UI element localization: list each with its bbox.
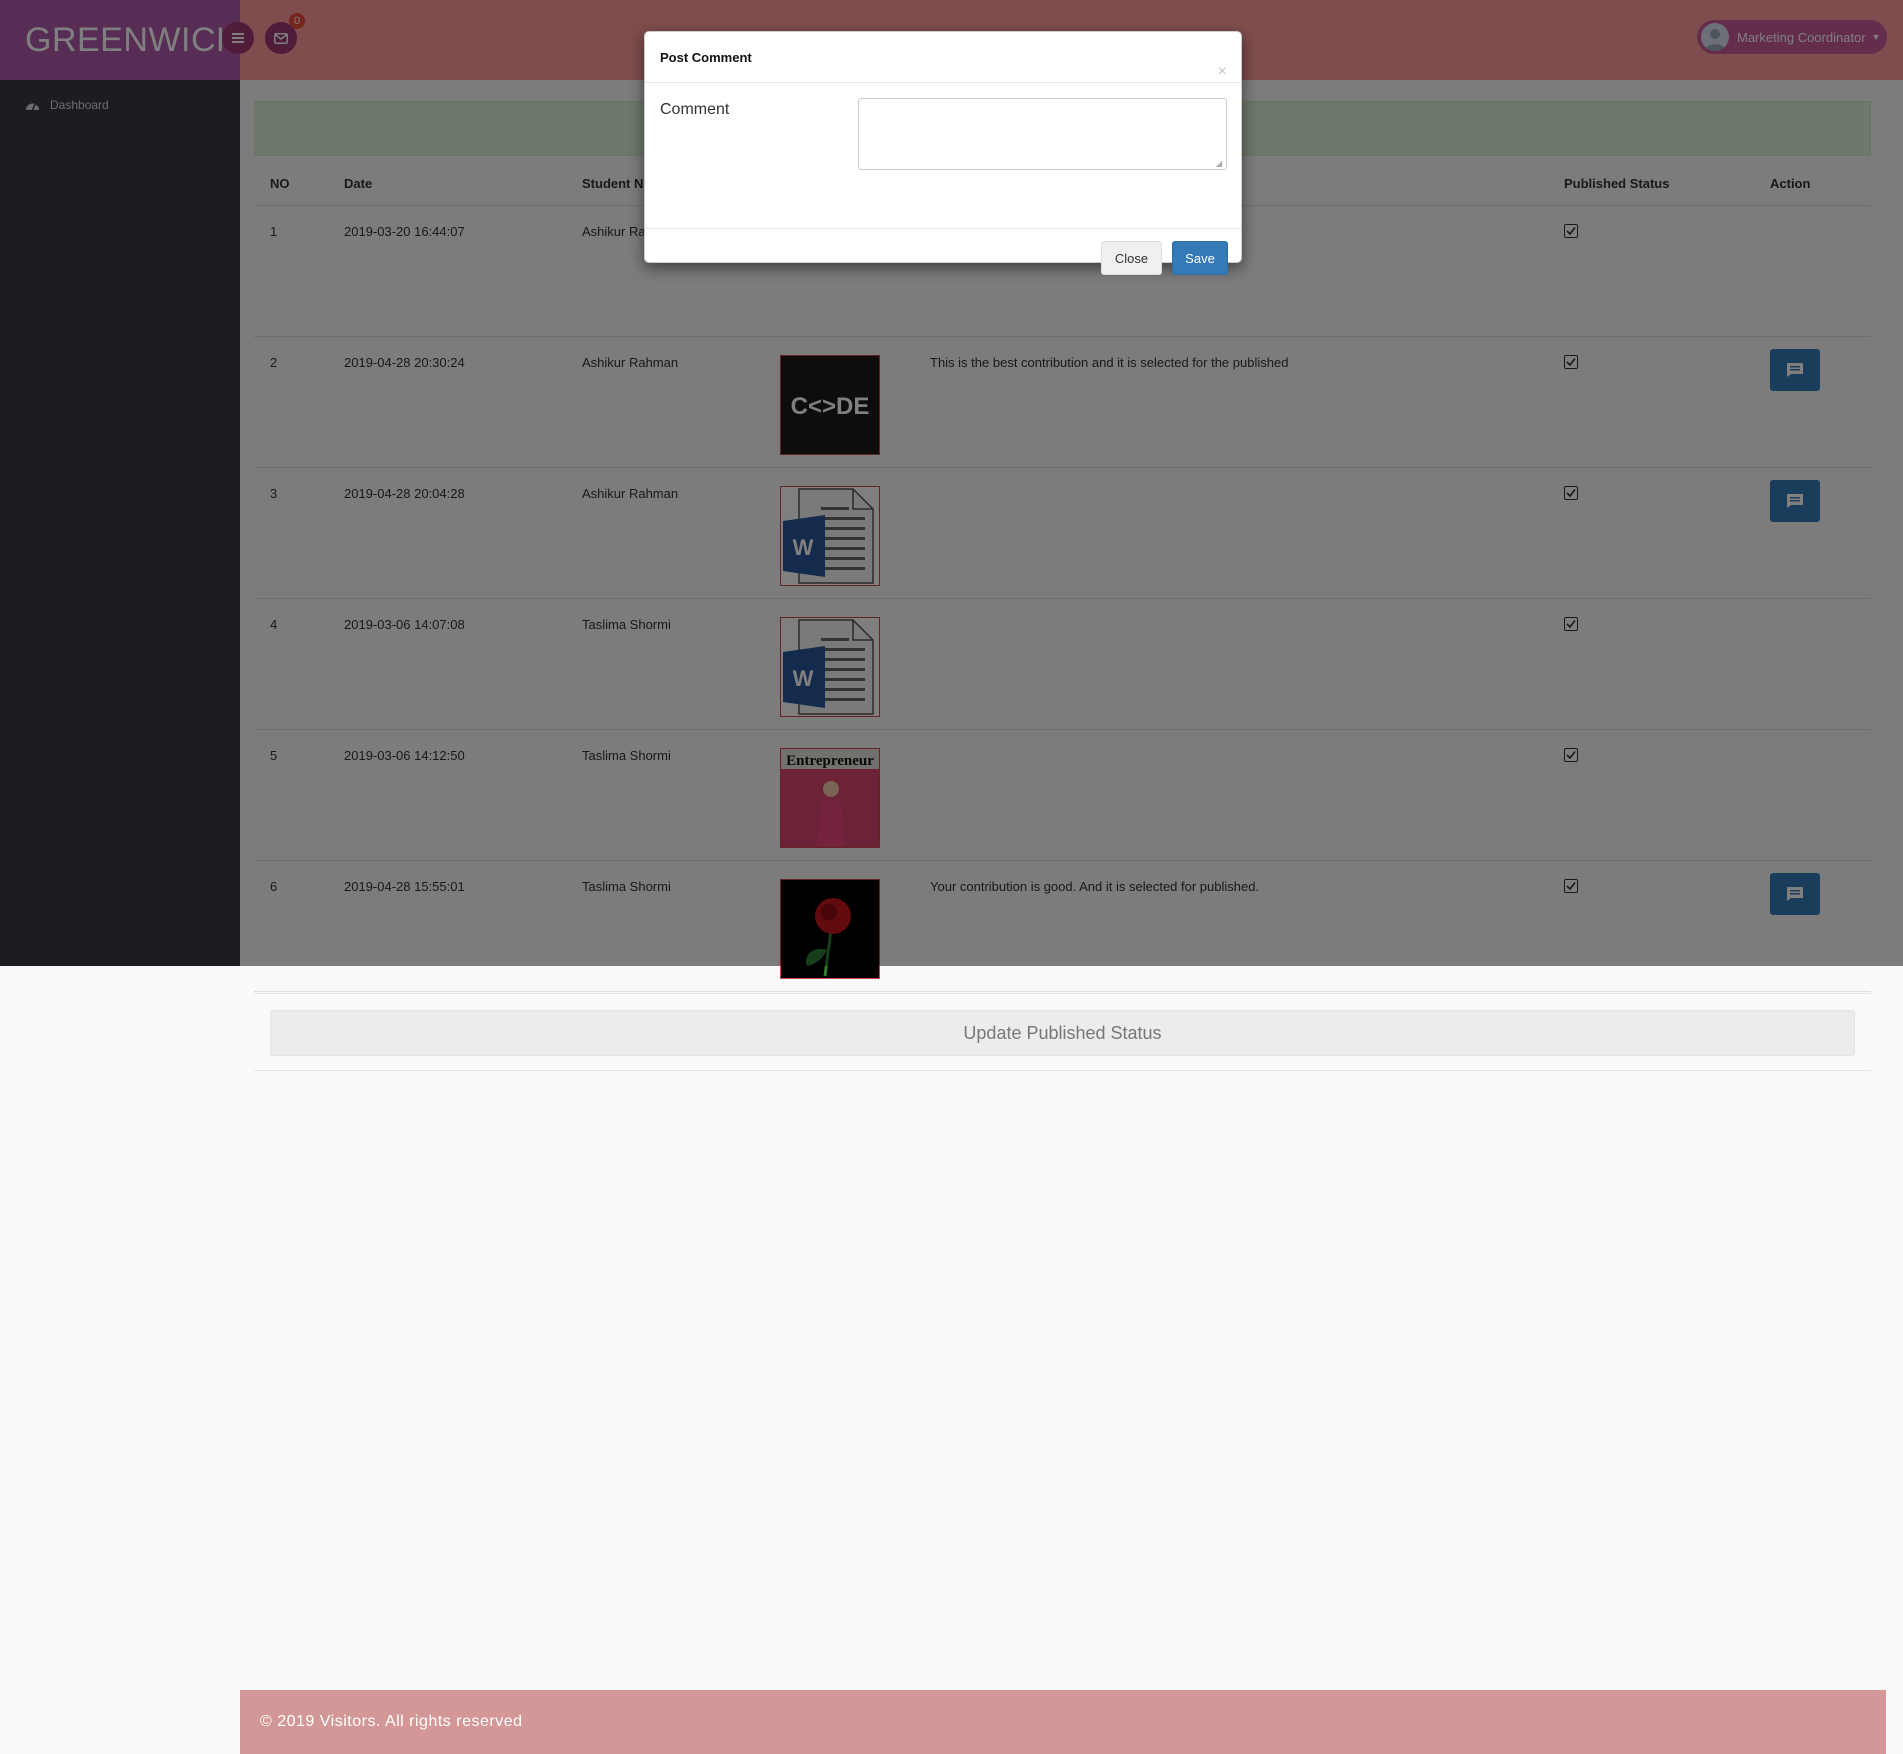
update-published-status-button[interactable]: Update Published Status (270, 1010, 1855, 1056)
modal-header: Post Comment × (645, 32, 1241, 83)
close-icon[interactable]: × (1218, 64, 1227, 80)
modal-title: Post Comment (660, 50, 752, 65)
modal-body: Comment ◢ (645, 83, 1241, 229)
comment-label: Comment (660, 101, 730, 118)
close-button[interactable]: Close (1101, 241, 1162, 275)
save-button[interactable]: Save (1172, 241, 1228, 275)
post-comment-modal: Post Comment × Comment ◢ Close Save (644, 31, 1242, 275)
comment-textarea[interactable] (858, 98, 1227, 170)
footer: © 2019 Visitors. All rights reserved (240, 1690, 1886, 1754)
footer-text: © 2019 Visitors. All rights reserved (260, 1713, 523, 1730)
update-section: Update Published Status (254, 993, 1871, 1071)
resize-grip-icon[interactable]: ◢ (1216, 159, 1222, 168)
modal-footer: Close Save (645, 229, 1241, 275)
